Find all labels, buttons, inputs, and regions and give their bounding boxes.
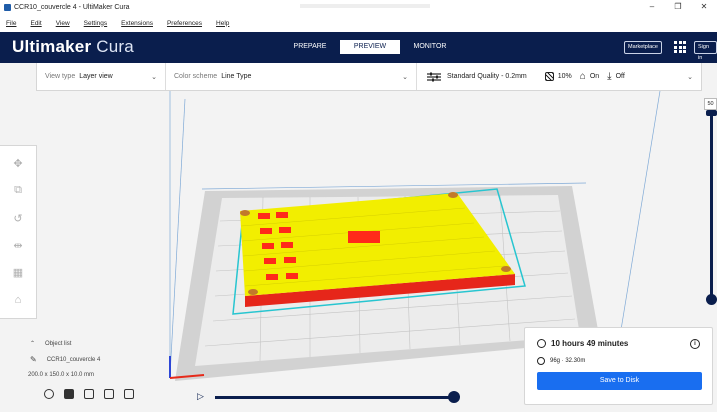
chevron-down-icon: ⌄ <box>687 73 693 81</box>
color-scheme-label: Color scheme <box>174 73 218 80</box>
view-front-icon[interactable] <box>64 389 74 399</box>
object-dimensions-row: 200.0 x 150.0 x 10.0 mm <box>28 372 100 378</box>
cura-app-icon <box>4 3 11 11</box>
chevron-up-icon: ⌃ <box>30 341 36 347</box>
chevron-down-icon: ⌄ <box>151 73 157 81</box>
material-row: 96g · 32.30m <box>537 357 585 365</box>
brand-bold: Ultimaker <box>12 37 92 56</box>
print-time: 10 hours 49 minutes <box>551 339 629 348</box>
clock-icon <box>537 339 546 348</box>
view-left-icon[interactable] <box>104 389 114 399</box>
layer-slider-track[interactable] <box>710 112 713 300</box>
print-summary-panel: 10 hours 49 minutes i 96g · 32.30m Save … <box>524 327 713 405</box>
menu-extensions[interactable]: Extensions <box>121 20 153 27</box>
menu-help[interactable]: Help <box>216 20 229 27</box>
print-time-row: 10 hours 49 minutes <box>537 339 628 348</box>
view-toolbar: View type Layer view ⌄ Color scheme Line… <box>36 63 702 91</box>
view-type-value: Layer view <box>79 73 113 80</box>
tool-panel: ✥ ⧉ ↺ ⇹ ▦ ⌂ <box>0 145 37 319</box>
view-type-select[interactable]: View type Layer view ⌄ <box>37 63 165 90</box>
print-settings-button[interactable]: Standard Quality - 0.2mm 10% ⌂ On ⤓ Off … <box>417 63 701 90</box>
sign-in-button[interactable]: Sign in <box>694 41 717 61</box>
adhesion-icon: ⤓ <box>607 71 612 82</box>
view-top-icon[interactable] <box>84 389 94 399</box>
minimize-button[interactable]: – <box>639 0 665 14</box>
brand-logo: Ultimaker Cura <box>12 37 134 57</box>
play-icon[interactable]: ▷ <box>197 391 204 402</box>
view-3d-icon[interactable] <box>44 389 54 399</box>
brand-light: Cura <box>96 37 134 56</box>
adhesion-value: Off <box>615 73 625 80</box>
infill-value: 10% <box>557 73 572 80</box>
quality-profile: Standard Quality - 0.2mm <box>447 73 527 80</box>
object-list-toggle[interactable]: ⌃ Object list <box>30 340 100 348</box>
move-icon[interactable]: ✥ <box>11 157 25 171</box>
save-to-disk-button[interactable]: Save to Disk <box>537 372 702 390</box>
color-scheme-value: Line Type <box>221 73 252 80</box>
view-type-label: View type <box>45 73 76 80</box>
mirror-icon[interactable]: ⇹ <box>11 239 25 253</box>
object-list-header: Object list <box>45 340 72 347</box>
object-dimensions: 200.0 x 150.0 x 10.0 mm <box>28 372 95 378</box>
simulation-slider-track[interactable] <box>215 396 455 399</box>
tab-preview[interactable]: PREVIEW <box>340 40 400 54</box>
maximize-button[interactable]: ❐ <box>665 0 691 14</box>
menu-preferences[interactable]: Preferences <box>167 20 202 27</box>
per-model-settings-icon[interactable]: ▦ <box>11 266 25 280</box>
view-right-icon[interactable] <box>124 389 134 399</box>
stage-tabs: PREPARE PREVIEW MONITOR <box>280 40 460 54</box>
marketplace-button[interactable]: Marketplace <box>624 41 662 54</box>
spool-icon <box>537 357 545 365</box>
support-value: On <box>589 73 600 80</box>
object-name: CCR10_couvercle 4 <box>46 356 101 363</box>
camera-view-buttons <box>44 389 134 399</box>
title-placeholder <box>300 4 430 8</box>
layer-number-box[interactable]: 50 <box>704 98 717 110</box>
settings-sliders-icon <box>427 72 441 81</box>
layer-slider-bottom-handle[interactable] <box>706 294 717 305</box>
menu-settings[interactable]: Settings <box>84 20 108 27</box>
color-scheme-select[interactable]: Color scheme Line Type ⌄ <box>166 63 416 90</box>
close-button[interactable]: ✕ <box>691 0 717 14</box>
app-header: Ultimaker Cura PREPARE PREVIEW MONITOR M… <box>0 32 717 63</box>
tab-monitor[interactable]: MONITOR <box>400 40 460 54</box>
support-icon: ⌂ <box>579 71 586 82</box>
pencil-icon: ✎ <box>30 355 37 364</box>
apps-grid-icon[interactable] <box>674 41 686 53</box>
infill-icon <box>544 72 554 81</box>
menu-file[interactable]: File <box>6 20 16 27</box>
menu-view[interactable]: View <box>56 20 70 27</box>
title-bar: CCR10_couvercle 4 - UltiMaker Cura – ❐ ✕ <box>0 0 717 14</box>
chevron-down-icon: ⌄ <box>402 73 408 81</box>
rotate-icon[interactable]: ↺ <box>11 211 25 225</box>
object-list-panel: ⌃ Object list ✎ CCR10_couvercle 4 200.0 … <box>28 340 100 386</box>
object-list-item[interactable]: ✎ CCR10_couvercle 4 <box>30 355 100 364</box>
scale-icon[interactable]: ⧉ <box>11 184 25 198</box>
window-title: CCR10_couvercle 4 - UltiMaker Cura <box>14 3 130 11</box>
simulation-slider-handle[interactable] <box>448 391 460 403</box>
tab-prepare[interactable]: PREPARE <box>280 40 340 54</box>
material-usage: 96g · 32.30m <box>550 358 586 364</box>
info-icon[interactable]: i <box>690 339 700 349</box>
support-blocker-icon[interactable]: ⌂ <box>11 293 25 307</box>
menu-bar: File Edit View Settings Extensions Prefe… <box>0 14 717 32</box>
menu-edit[interactable]: Edit <box>30 20 41 27</box>
